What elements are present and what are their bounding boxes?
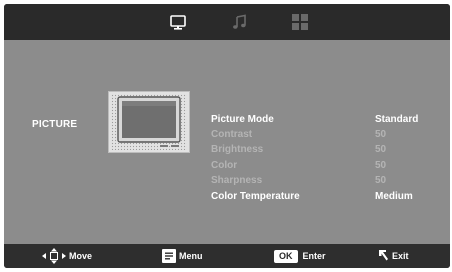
menu-item-value: 50 (375, 144, 387, 155)
grid-icon[interactable] (291, 13, 309, 31)
menu-item-value: Medium (375, 191, 413, 202)
move-hint: Move (42, 248, 93, 264)
menu-hint: Menu (162, 249, 203, 263)
exit-arrow-icon (379, 250, 388, 261)
menu-item-label: Brightness (211, 144, 264, 155)
osd-frame: PICTURE Picture Mode Standard Contrast 50 Br… (4, 4, 450, 268)
menu-item-sharpness[interactable]: Sharpness 50 (211, 175, 431, 189)
dpad-icon (42, 248, 66, 264)
ok-key: OK (274, 249, 298, 263)
tv-illustration-icon (108, 91, 190, 158)
section-title: PICTURE (32, 119, 78, 130)
menu-item-label: Color (211, 160, 238, 171)
menu-item-color[interactable]: Color 50 (211, 160, 431, 174)
menu-item-label: Contrast (211, 129, 253, 140)
menu-item-contrast[interactable]: Contrast 50 (211, 129, 431, 143)
move-label: Move (69, 251, 93, 261)
music-note-icon[interactable] (231, 13, 249, 31)
menu-item-picture-mode[interactable]: Picture Mode Standard (211, 114, 431, 128)
exit-hint: Exit (379, 249, 409, 263)
menu-item-label: Color Temperature (211, 191, 300, 202)
menu-item-value: 50 (375, 175, 387, 186)
menu-item-color-temperature[interactable]: Color Temperature Medium (211, 191, 431, 205)
menu-item-label: Sharpness (211, 175, 263, 186)
enter-hint: OK Enter (274, 249, 326, 263)
menu-item-value: 50 (375, 129, 387, 140)
menu-item-label: Picture Mode (211, 114, 274, 125)
monitor-icon[interactable] (169, 13, 187, 31)
menu-key-icon (162, 249, 176, 263)
exit-label: Exit (392, 251, 409, 261)
bottom-help-bar: Move Menu OK Enter Exit (4, 244, 450, 268)
menu-item-value: 50 (375, 160, 387, 171)
menu-item-value: Standard (375, 114, 419, 125)
top-tab-bar (4, 4, 450, 40)
menu-label: Menu (179, 251, 203, 261)
menu-item-brightness[interactable]: Brightness 50 (211, 144, 431, 158)
enter-label: Enter (302, 251, 326, 261)
